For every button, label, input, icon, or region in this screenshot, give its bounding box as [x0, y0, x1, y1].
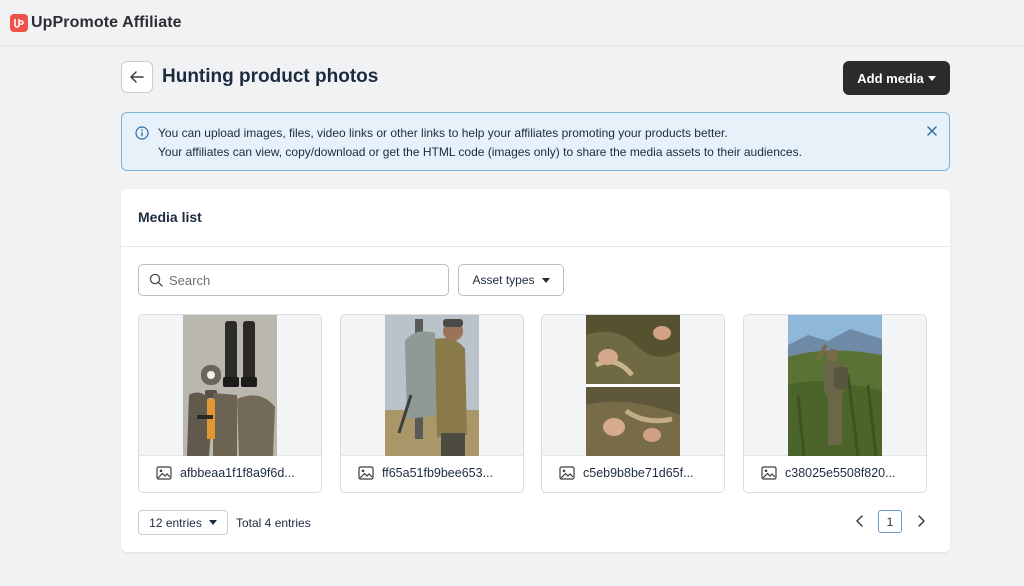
- total-entries: Total 4 entries: [236, 516, 311, 530]
- media-caption: afbbeaa1f1f8a9f6d...: [156, 466, 295, 480]
- media-name: ff65a51fb9bee653...: [382, 466, 493, 480]
- media-item[interactable]: afbbeaa1f1f8a9f6d...: [138, 314, 322, 493]
- entries-label: 12 entries: [149, 515, 202, 530]
- media-thumbnail: [139, 315, 321, 456]
- app-top-bar: UpPromote Affiliate: [0, 0, 1024, 46]
- media-caption: c5eb9b8be71d65f...: [559, 466, 694, 480]
- media-name: c5eb9b8be71d65f...: [583, 466, 694, 480]
- media-item[interactable]: c38025e5508f820...: [743, 314, 927, 493]
- back-button[interactable]: [121, 61, 153, 93]
- image-icon: [559, 466, 575, 480]
- page-title: Hunting product photos: [162, 66, 379, 87]
- close-icon[interactable]: [925, 124, 939, 138]
- chevron-left-icon[interactable]: [854, 514, 866, 528]
- info-banner: You can upload images, files, video link…: [121, 112, 950, 171]
- media-item[interactable]: c5eb9b8be71d65f...: [541, 314, 725, 493]
- media-name: c38025e5508f820...: [785, 466, 896, 480]
- search-icon: [149, 273, 163, 287]
- image-icon: [358, 466, 374, 480]
- media-list-title: Media list: [138, 209, 202, 225]
- asset-types-label: Asset types: [472, 273, 535, 287]
- media-photo: [586, 315, 680, 456]
- media-caption: ff65a51fb9bee653...: [358, 466, 493, 480]
- image-icon: [156, 466, 172, 480]
- chevron-right-icon[interactable]: [915, 514, 927, 528]
- arrow-left-icon: [130, 71, 144, 83]
- uppromote-logo-icon: [10, 13, 28, 32]
- entries-per-page-select[interactable]: 12 entries: [138, 510, 228, 535]
- info-circle-icon: [135, 126, 149, 140]
- media-list-card: Media list Asset types: [121, 189, 950, 552]
- caret-down-icon: [208, 520, 217, 525]
- image-icon: [761, 466, 777, 480]
- search-box[interactable]: [138, 264, 449, 296]
- media-thumbnail: [744, 315, 926, 456]
- divider: [121, 246, 950, 247]
- media-item[interactable]: ff65a51fb9bee653...: [340, 314, 524, 493]
- caret-down-icon: [927, 75, 936, 81]
- search-input[interactable]: [169, 272, 439, 288]
- banner-line-1: You can upload images, files, video link…: [158, 126, 728, 140]
- media-name: afbbeaa1f1f8a9f6d...: [180, 466, 295, 480]
- banner-line-2: Your affiliates can view, copy/download …: [158, 145, 802, 159]
- add-media-button[interactable]: Add media: [843, 61, 950, 95]
- media-photo: [183, 315, 277, 456]
- media-thumbnail: [341, 315, 523, 456]
- media-caption: c38025e5508f820...: [761, 466, 896, 480]
- media-photo: [788, 315, 882, 456]
- app-title: UpPromote Affiliate: [31, 13, 182, 31]
- media-thumbnail: [542, 315, 724, 456]
- add-media-label: Add media: [857, 70, 924, 86]
- caret-down-icon: [541, 277, 550, 283]
- asset-types-button[interactable]: Asset types: [458, 264, 564, 296]
- pagination-page-current[interactable]: 1: [878, 510, 902, 533]
- media-photo: [385, 315, 479, 456]
